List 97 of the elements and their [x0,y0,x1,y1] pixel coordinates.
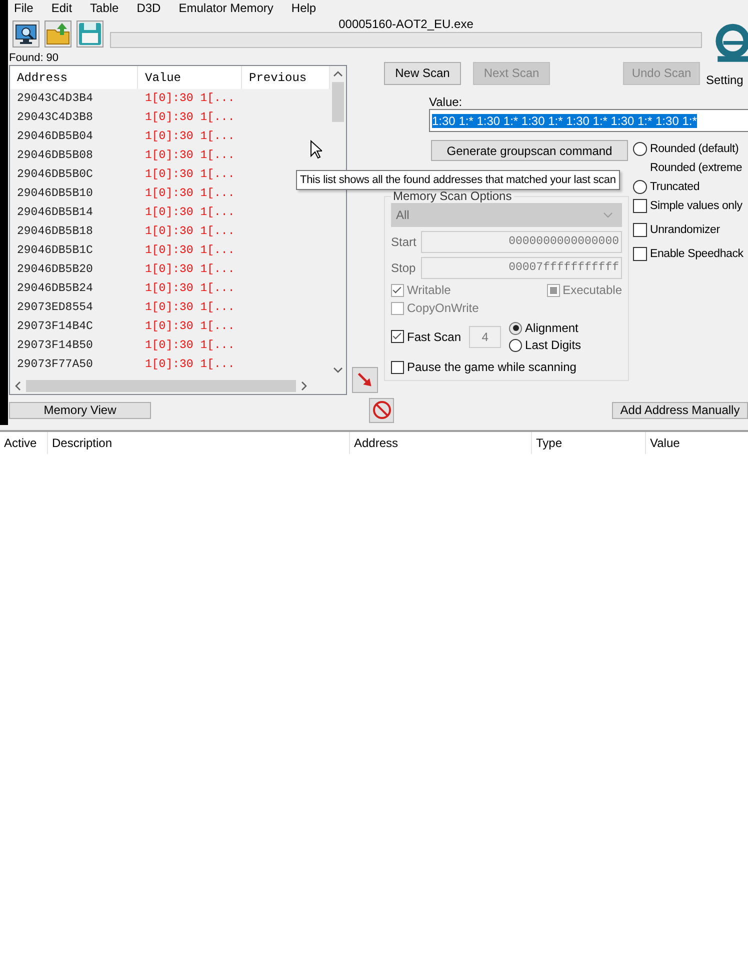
value-cell-text: 1[0]:30 1[... [144,225,236,238]
value-cell-text: 1[0]:30 1[... [144,187,236,200]
value-cell-text: 1[0]:30 1[... [144,282,236,295]
checkbox-label: Pause the game while scanning [407,360,576,374]
scrollbar-thumb[interactable] [332,82,344,122]
radio-button[interactable] [633,142,647,156]
value-cell-text: 1[0]:30 1[... [144,320,236,333]
checkbox-label: Enable Speedhack [650,248,744,260]
address-cell-text: 29046DB5B04 [16,130,94,143]
scan-button[interactable]: New Scan [384,62,461,84]
start-field[interactable]: 0000000000000000 [421,231,622,253]
address-cell-text: 29046DB5B1C [16,244,94,257]
start-label: Start [391,235,415,249]
address-cell-text: 29043C4D3B4 [16,92,94,105]
address-cell-text: 29073ED8554 [16,301,94,314]
address-cell-text: 29046DB5B24 [16,282,94,295]
fast-scan-checkbox[interactable] [391,330,404,343]
value-cell-text: 1[0]:30 1[... [144,168,236,181]
pause-checkbox[interactable] [391,360,404,374]
settings-label[interactable]: Setting [706,59,744,87]
address-cell-text: 29046DB5B20 [16,263,94,276]
checkbox-label: CopyOnWrite [407,301,479,315]
menu-item[interactable]: Help [291,1,316,15]
value-cell-text: 1[0]:30 1[... [144,92,236,105]
address-cell-text: 29046DB5B0C [16,168,94,181]
stop-field[interactable]: 00007fffffffffff [421,257,622,279]
no-entry-icon [372,400,392,420]
floppy-disk-icon[interactable] [76,20,104,48]
mouse-cursor-icon [310,140,322,159]
value-field[interactable]: 1:30 1:* 1:30 1:* 1:30 1:* 1:30 1:* 1:30 1:* 1:30 1:* [429,109,748,132]
tooltip: This list shows all the found addresses that matched your last scan [296,170,620,190]
add-address-button[interactable]: Add Address Manually [612,402,748,418]
value-cell-text: 1[0]:30 1[... [144,358,236,371]
process-title: 00005160-AOT2_EU.exe [338,16,474,32]
checkbox-label: Fast Scan [407,330,462,344]
generate-groupscan-button[interactable]: Generate groupscan command [431,140,628,161]
splitter-handle[interactable] [0,425,748,432]
scroll-right-icon[interactable] [301,381,307,391]
radio-button[interactable] [509,338,522,352]
memory-view-button[interactable]: Memory View [9,402,151,418]
column-header[interactable]: Active [0,432,48,454]
stop-label: Stop [391,261,415,275]
group-title: Memory Scan Options [392,189,513,203]
radio-button[interactable] [633,180,647,194]
found-count: Found: 90 [8,52,60,65]
option-checkbox[interactable] [633,199,647,213]
address-cell-text: 29073F14B50 [16,339,94,352]
radio-button[interactable] [509,322,522,334]
menu-item[interactable]: Emulator Memory [178,1,274,15]
radio-label: Rounded (default) [650,143,739,155]
address-cell-text: 29073F14B4C [16,320,94,333]
column-header[interactable]: Value [646,432,748,454]
stop-button[interactable] [369,398,394,422]
radio-label: Truncated [650,181,700,193]
value-cell-text: 1[0]:30 1[... [144,149,236,162]
checkbox-label: Unrandomizer [650,224,720,236]
column-header[interactable]: Address [350,432,532,454]
address-cell-text: 29046DB5B14 [16,206,94,219]
address-cell-text: 29046DB5B10 [16,187,94,200]
value-cell-text: 1[0]:30 1[... [144,206,236,219]
value-cell-text: 1[0]:30 1[... [144,130,236,143]
checkbox-label: Executable [562,283,622,297]
scroll-left-icon[interactable] [15,381,21,391]
add-selected-button[interactable] [352,367,378,393]
column-header[interactable]: Value [138,66,242,89]
scroll-down-icon[interactable] [333,367,343,373]
column-header[interactable]: Address [10,66,138,89]
radio-label: Rounded (extreme [650,162,742,174]
chevron-down-icon [603,212,613,218]
open-folder-icon[interactable] [44,20,72,48]
value-cell-text: 1[0]:30 1[... [144,339,236,352]
menu-item[interactable]: File [14,1,34,15]
menu-item[interactable]: D3D [136,1,161,15]
option-checkbox[interactable] [633,247,647,261]
scroll-up-icon[interactable] [333,71,343,77]
scrollbar-thumb[interactable] [26,380,296,392]
menu-item[interactable]: Edit [51,1,72,15]
column-header[interactable]: Description [48,432,350,454]
address-cell-text: 29046DB5B08 [16,149,94,162]
radio-label: Last Digits [525,338,582,352]
column-header[interactable]: Type [532,432,646,454]
address-cell-text: 29073F77A50 [16,358,94,371]
value-label: Value: [429,95,464,109]
radio-label: Alignment [525,321,578,335]
diagonal-arrow-icon [356,371,374,389]
checkbox-label: Writable [407,283,451,297]
value-cell-text: 1[0]:30 1[... [144,263,236,276]
menu-item[interactable]: Table [90,1,119,15]
value-cell-text: 1[0]:30 1[... [144,111,236,124]
computer-search-icon[interactable] [12,20,40,48]
option-checkbox[interactable] [633,223,647,237]
value-cell-text: 1[0]:30 1[... [144,301,236,314]
address-cell-text: 29046DB5B18 [16,225,94,238]
alignment-field[interactable]: 4 [469,326,502,348]
address-cell-text: 29043C4D3B8 [16,111,94,124]
value-cell-text: 1[0]:30 1[... [144,244,236,257]
checkbox-label: Simple values only [650,200,742,212]
